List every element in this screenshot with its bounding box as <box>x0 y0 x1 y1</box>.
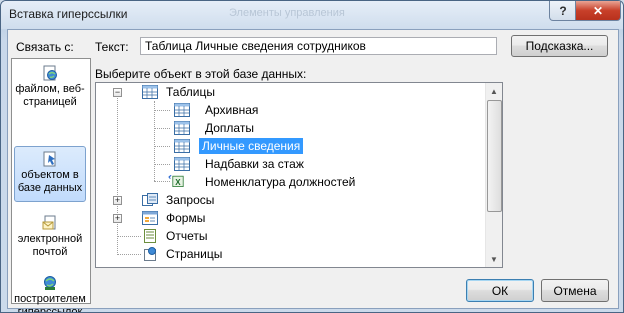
expand-icon[interactable]: + <box>113 196 122 205</box>
database-object-tree[interactable]: − Таблицы Архивная Доплаты Личные сведен… <box>95 82 503 268</box>
table-icon <box>174 139 190 153</box>
scroll-down-arrow-icon[interactable]: ▼ <box>486 251 502 267</box>
tree-label: Формы <box>166 211 206 225</box>
tree-node-reports[interactable]: Отчеты <box>96 227 476 245</box>
tree-label: Отчеты <box>166 229 208 243</box>
close-button[interactable]: ✕ <box>575 1 621 21</box>
help-button[interactable]: ? <box>549 1 577 21</box>
dialog-body: Связать с: Текст: Подсказка... файлом, в… <box>7 29 619 312</box>
linked-excel-table-icon: X <box>168 174 184 187</box>
tree-scrollbar[interactable]: ▲ ▼ <box>485 83 502 267</box>
link-option-database-object[interactable]: объектом в базе данных <box>14 146 86 202</box>
tree-label-selected: Личные сведения <box>197 137 305 155</box>
tree-label: Таблицы <box>166 85 216 99</box>
report-icon <box>144 229 156 243</box>
tree-item-archive[interactable]: Архивная <box>96 101 476 119</box>
tree-item-seniority[interactable]: Надбавки за стаж <box>96 155 476 173</box>
form-icon <box>142 211 158 225</box>
database-object-icon <box>43 151 56 167</box>
tree-node-queries[interactable]: + Запросы <box>96 191 476 209</box>
title-bar[interactable]: Вставка гиперссылки Элементы управления … <box>1 1 623 29</box>
data-page-icon <box>144 247 156 261</box>
tree-item-bonuses[interactable]: Доплаты <box>96 119 476 137</box>
tree-label: Запросы <box>166 193 215 207</box>
hyperlink-builder-icon <box>44 276 56 290</box>
help-icon: ? <box>559 3 567 18</box>
expand-icon[interactable]: + <box>113 214 122 223</box>
link-option-label: электронной почтой <box>17 233 83 258</box>
email-icon <box>42 215 56 230</box>
link-option-hyperlink-builder[interactable]: построителем гиперссылок <box>14 271 86 313</box>
tree-node-forms[interactable]: + Формы <box>96 209 476 227</box>
tree-label: Номенклатура должностей <box>205 175 356 189</box>
link-option-label: построителем гиперссылок <box>14 293 86 313</box>
table-icon <box>174 121 190 135</box>
tree-label: Доплаты <box>205 121 254 135</box>
table-icon <box>174 103 190 117</box>
tree-label: Надбавки за стаж <box>205 157 304 171</box>
text-label: Текст: <box>95 40 129 54</box>
cancel-button[interactable]: Отмена <box>541 279 609 302</box>
tree-node-pages[interactable]: Страницы <box>96 245 476 263</box>
text-input[interactable] <box>140 37 497 55</box>
scrollbar-thumb[interactable] <box>487 100 502 212</box>
select-object-label: Выберите объект в этой базе данных: <box>95 67 307 81</box>
link-with-label: Связать с: <box>16 40 74 54</box>
tree-node-tables[interactable]: − Таблицы <box>96 83 476 101</box>
tree-label: Страницы <box>166 247 223 261</box>
window-title: Вставка гиперссылки <box>9 7 128 21</box>
link-with-bar: файлом, веб-страницей объектом в базе да… <box>11 58 91 312</box>
background-window-title: Элементы управления <box>229 7 345 19</box>
tree-item-personal-info[interactable]: Личные сведения <box>96 137 476 155</box>
svg-text:X: X <box>175 178 181 187</box>
link-option-label: объектом в базе данных <box>17 169 83 194</box>
hyperlink-dialog: Вставка гиперссылки Элементы управления … <box>0 0 624 313</box>
link-option-web-page[interactable]: файлом, веб-страницей <box>14 61 86 117</box>
collapse-icon[interactable]: − <box>113 88 122 97</box>
tree-item-positions[interactable]: X Номенклатура должностей <box>96 173 476 191</box>
scroll-up-arrow-icon[interactable]: ▲ <box>486 83 502 99</box>
link-option-label: файлом, веб-страницей <box>15 83 85 108</box>
hint-button[interactable]: Подсказка... <box>511 35 608 57</box>
ok-button[interactable]: ОК <box>466 279 534 302</box>
tree-label: Архивная <box>205 103 259 117</box>
close-icon: ✕ <box>592 3 604 18</box>
link-option-email[interactable]: электронной почтой <box>14 211 86 267</box>
web-page-icon <box>43 65 57 81</box>
table-icon <box>142 85 158 99</box>
table-icon <box>174 157 190 171</box>
query-icon <box>142 193 158 206</box>
